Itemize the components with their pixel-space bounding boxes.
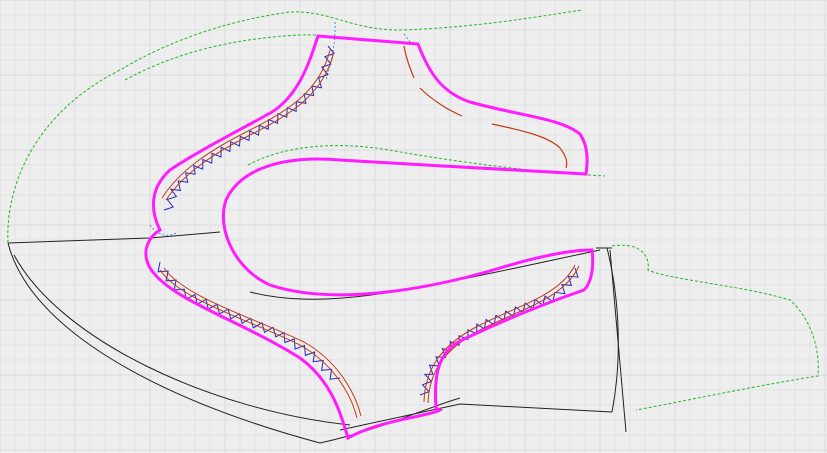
pattern-drawing[interactable] [0,0,827,453]
notch-group [157,45,579,396]
notches-vamp-upper[interactable] [163,45,335,211]
stitch-lower-a[interactable] [159,269,358,419]
cut-line-vamp-piece[interactable] [144,34,595,441]
upper-bottom-curve[interactable] [7,242,461,444]
stitch-heel-a[interactable] [423,264,576,403]
base-outline-group [7,231,627,444]
construction-group [149,21,411,236]
stitch-upper-b[interactable] [165,51,335,201]
slot-tongue-3[interactable] [491,123,568,169]
top-horizontal-line[interactable] [7,231,221,244]
heel-vertical-line[interactable] [609,249,627,433]
notches-heel-curve[interactable] [419,267,579,396]
slot-tongue-2[interactable] [419,87,463,117]
seam-allowance-upper-inner[interactable] [124,34,361,81]
slot-tongue-1[interactable] [403,45,415,79]
pattern-canvas[interactable] [0,0,827,453]
cut-line-group [144,34,595,441]
notches-vamp-lower[interactable] [157,261,341,380]
